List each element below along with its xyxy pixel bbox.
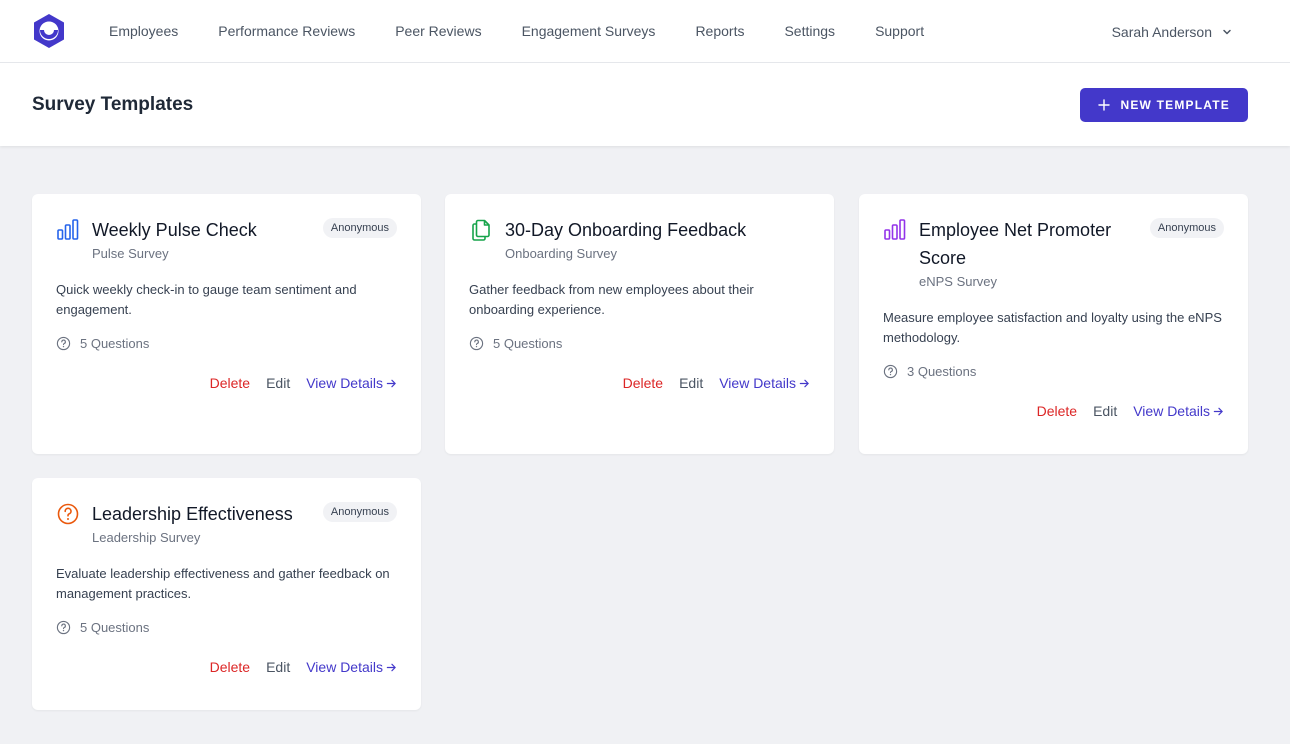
nav-links: Employees Performance Reviews Peer Revie… [109, 23, 964, 39]
card-title: 30-Day Onboarding Feedback [505, 220, 747, 240]
view-details-label: View Details [719, 375, 796, 391]
arrow-right-icon [386, 663, 396, 671]
anonymous-badge: Anonymous [322, 218, 397, 238]
question-circle-icon [469, 336, 484, 351]
delete-button[interactable]: Delete [210, 375, 250, 391]
question-count-label: 5 Questions [493, 336, 563, 351]
question-count-label: 3 Questions [907, 364, 977, 379]
plus-icon [1098, 98, 1111, 111]
page-header: Survey Templates NEW TEMPLATE [0, 63, 1290, 146]
template-grid: Weekly Pulse Check Pulse Survey Anonymou… [0, 146, 1290, 710]
question-count-label: 5 Questions [80, 336, 150, 351]
anonymous-badge: Anonymous [322, 502, 397, 522]
card-description: Measure employee satisfaction and loyalt… [883, 310, 1222, 345]
question-count: 3 Questions [883, 364, 1224, 379]
user-name: Sarah Anderson [1111, 23, 1212, 40]
question-circle-icon [56, 620, 71, 635]
bar-chart-icon [57, 219, 79, 240]
edit-button[interactable]: Edit [1093, 403, 1117, 419]
new-template-button[interactable]: NEW TEMPLATE [1080, 87, 1248, 122]
delete-button[interactable]: Delete [1037, 403, 1077, 419]
card-subtitle: Onboarding Survey [505, 246, 618, 261]
edit-button[interactable]: Edit [266, 375, 290, 391]
user-menu[interactable]: Sarah Anderson [1112, 0, 1232, 63]
arrow-right-icon [386, 379, 396, 387]
edit-button[interactable]: Edit [679, 375, 703, 391]
question-count: 5 Questions [56, 336, 397, 351]
document-copy-icon [472, 219, 490, 241]
question-circle-icon [883, 364, 898, 379]
edit-button[interactable]: Edit [266, 659, 290, 675]
nav-peer-reviews[interactable]: Peer Reviews [395, 23, 481, 39]
template-card-weekly-pulse: Weekly Pulse Check Pulse Survey Anonymou… [32, 194, 421, 454]
arrow-right-icon [1213, 407, 1223, 415]
top-navigation: Employees Performance Reviews Peer Revie… [0, 0, 1290, 63]
view-details-link[interactable]: View Details [306, 375, 397, 391]
view-details-label: View Details [1133, 403, 1210, 419]
app-logo-icon[interactable] [32, 13, 66, 49]
question-count: 5 Questions [56, 620, 397, 635]
nav-engagement-surveys[interactable]: Engagement Surveys [522, 23, 656, 39]
card-subtitle: Pulse Survey [92, 246, 169, 261]
view-details-link[interactable]: View Details [719, 375, 810, 391]
template-card-onboarding: 30-Day Onboarding Feedback Onboarding Su… [445, 194, 834, 454]
nav-performance-reviews[interactable]: Performance Reviews [218, 23, 355, 39]
view-details-link[interactable]: View Details [1133, 403, 1224, 419]
card-description: Quick weekly check-in to gauge team sent… [56, 282, 357, 317]
bar-chart-icon [884, 219, 906, 240]
anonymous-badge: Anonymous [1149, 218, 1224, 238]
card-description: Evaluate leadership effectiveness and ga… [56, 566, 390, 601]
question-count-label: 5 Questions [80, 620, 150, 635]
delete-button[interactable]: Delete [623, 375, 663, 391]
nav-employees[interactable]: Employees [109, 23, 178, 39]
nav-reports[interactable]: Reports [695, 23, 744, 39]
question-count: 5 Questions [469, 336, 810, 351]
page-title: Survey Templates [32, 93, 194, 115]
question-circle-icon [57, 503, 79, 525]
nav-support[interactable]: Support [875, 23, 924, 39]
arrow-right-icon [799, 379, 809, 387]
card-subtitle: Leadership Survey [92, 530, 201, 545]
new-template-label: NEW TEMPLATE [1120, 97, 1230, 112]
template-card-leadership: Leadership Effectiveness Leadership Surv… [32, 478, 421, 710]
view-details-link[interactable]: View Details [306, 659, 397, 675]
template-card-enps: Employee Net Promoter Score eNPS Survey … [859, 194, 1248, 454]
card-title: Employee Net Promoter Score [919, 220, 1112, 268]
card-title: Weekly Pulse Check [92, 220, 257, 240]
question-circle-icon [56, 336, 71, 351]
card-title: Leadership Effectiveness [92, 504, 293, 524]
nav-settings[interactable]: Settings [784, 23, 835, 39]
chevron-down-icon [1223, 29, 1231, 34]
delete-button[interactable]: Delete [210, 659, 250, 675]
view-details-label: View Details [306, 659, 383, 675]
view-details-label: View Details [306, 375, 383, 391]
card-subtitle: eNPS Survey [919, 274, 998, 289]
card-description: Gather feedback from new employees about… [469, 282, 754, 317]
